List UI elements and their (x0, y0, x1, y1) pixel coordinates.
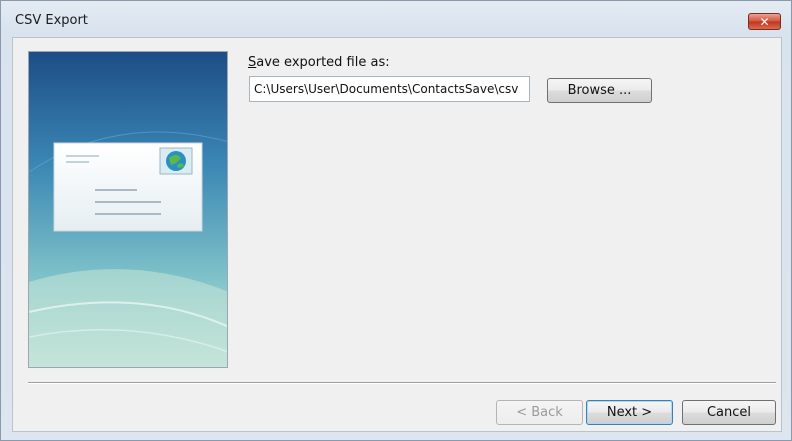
back-button[interactable]: < Back (496, 400, 583, 425)
save-path-label: Save exported file as: (248, 55, 390, 70)
csv-export-dialog: CSV Export ✕ Save exported file as: C:\U… (0, 0, 792, 441)
save-path-input[interactable] (249, 76, 530, 102)
title-bar[interactable]: CSV Export ✕ (1, 1, 791, 37)
next-button[interactable]: Next > (586, 400, 673, 425)
save-path-label-text: ave exported file as: (256, 55, 390, 70)
cancel-button[interactable]: Cancel (682, 400, 776, 425)
close-icon: ✕ (759, 14, 770, 29)
globe-stamp-icon (159, 147, 193, 175)
dialog-body: Save exported file as: Browse ... < Back… (12, 37, 782, 432)
close-button[interactable]: ✕ (748, 13, 781, 30)
wizard-side-illustration (28, 51, 228, 368)
window-title: CSV Export (15, 13, 88, 28)
envelope-icon (29, 52, 227, 367)
footer-separator (28, 382, 776, 384)
browse-button[interactable]: Browse ... (547, 78, 652, 103)
